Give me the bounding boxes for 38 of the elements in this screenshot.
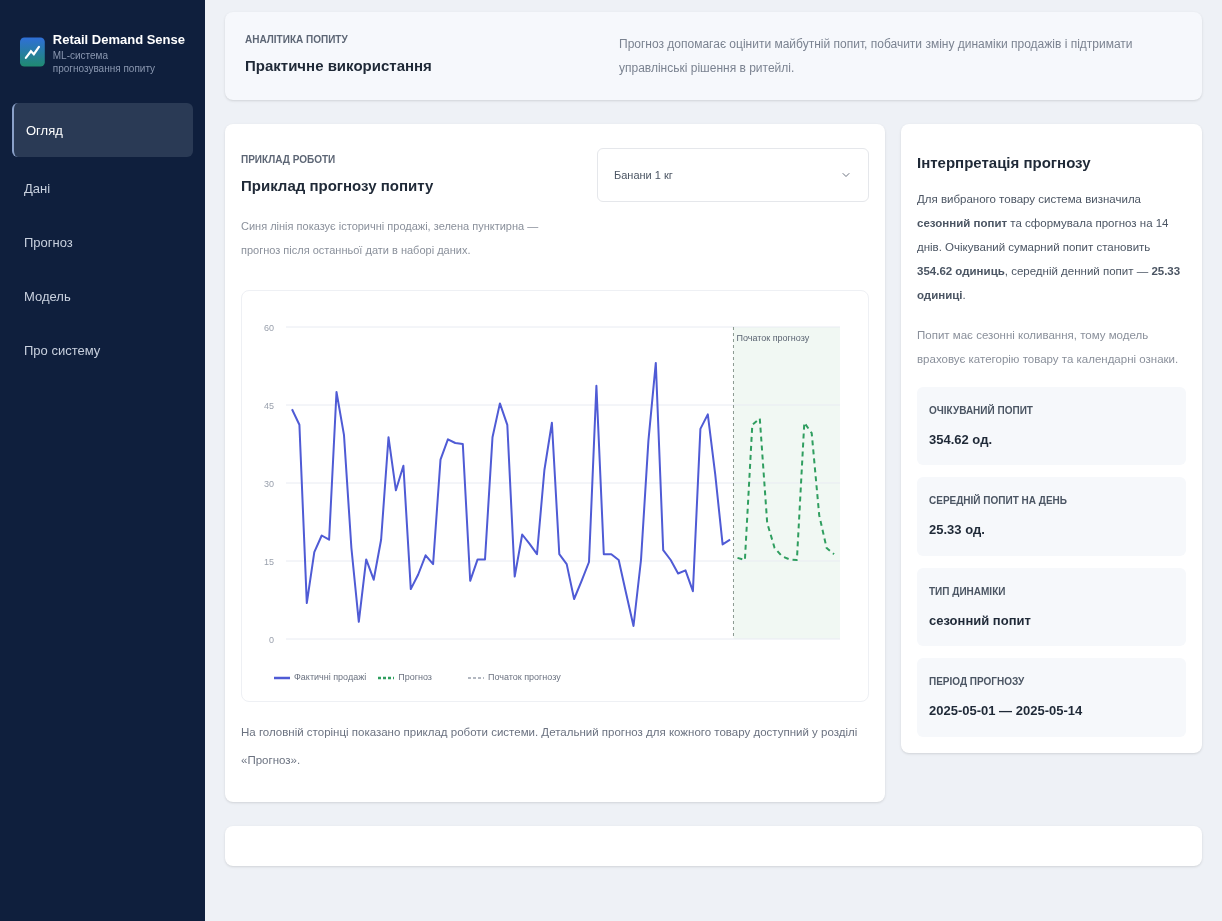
metric-label: ОЧІКУВАНИЙ ПОПИТ	[929, 403, 1034, 418]
metric-label: ПЕРІОД ПРОГНОЗУ	[929, 675, 1026, 689]
section-eyebrow: ПРИКЛАД РОБОТИ	[241, 153, 337, 167]
y-tick-label: 30	[264, 479, 274, 489]
card-title: Інтерпретація прогнозу	[917, 153, 1092, 173]
section-title: Практичне використання	[245, 56, 433, 76]
legend-label: Прогноз	[398, 671, 432, 684]
brand-subtitle: ML-система прогнозування попиту	[52, 50, 157, 76]
y-tick-label: 45	[264, 401, 274, 411]
metric-value: 2025-05-01 — 2025-05-14	[929, 702, 1084, 720]
nav-item[interactable]: Прогноз	[20, 219, 185, 266]
product-select[interactable]: Банани 1 кг	[597, 148, 869, 202]
nav-item[interactable]: Про систему	[20, 327, 185, 374]
metric-label: ТИП ДИНАМІКИ	[929, 584, 1007, 599]
nav-item[interactable]: Дані	[20, 165, 185, 212]
card-title: Приклад прогнозу попиту	[241, 176, 434, 196]
legend-label: Початок прогнозу	[487, 671, 561, 684]
y-tick-label: 0	[269, 635, 274, 645]
section-eyebrow: АНАЛІТИКА ПОПИТУ	[245, 33, 349, 47]
dashed-line-icon	[467, 675, 484, 680]
y-tick-label: 15	[264, 557, 274, 567]
brand-title: Retail Demand Sense	[52, 32, 185, 49]
interpretation-summary: Для вибраного товару система визначила сезонний попит та сформувала прогноз на 14 днів. Очікуваний сумарний попит становить 354.62 одиниць, середній денний попит — 25.33 одиниці.	[917, 191, 1182, 303]
legend-label: Фактичні продажі	[294, 671, 367, 684]
metric-value: 354.62 од.	[929, 430, 993, 449]
y-tick-label: 60	[264, 323, 274, 333]
solid-line-icon	[274, 675, 290, 680]
metric-value: сезонний попит	[929, 611, 1032, 630]
footnote: На головній сторінці показано приклад роботи системи. Детальний прогноз для кожного товару доступний у розділі «Прогноз».	[241, 724, 859, 768]
dashed-line-icon	[378, 675, 395, 680]
section-description: Прогноз допомагає оцінити майбутній попит, побачити зміну динаміки продажів і підтримати управлінські рішення в ритейлі.	[619, 36, 1134, 77]
nav-item[interactable]: Модель	[20, 273, 185, 320]
nav-item[interactable]: Огляд	[12, 103, 193, 158]
annotation-label: Початок прогнозу	[736, 333, 810, 343]
chart-description: Синя лінія показує історичні продажі, зелена пунктирна — прогноз після останньої дати в наборі даних.	[241, 219, 540, 258]
metric-value: 25.33 од.	[929, 521, 986, 539]
interpretation-note: Попит має сезонні коливання, тому модель враховує категорію товару та календарні ознаки.	[917, 327, 1180, 367]
metric-label: СЕРЕДНІЙ ПОПИТ НА ДЕНЬ	[929, 493, 1068, 508]
